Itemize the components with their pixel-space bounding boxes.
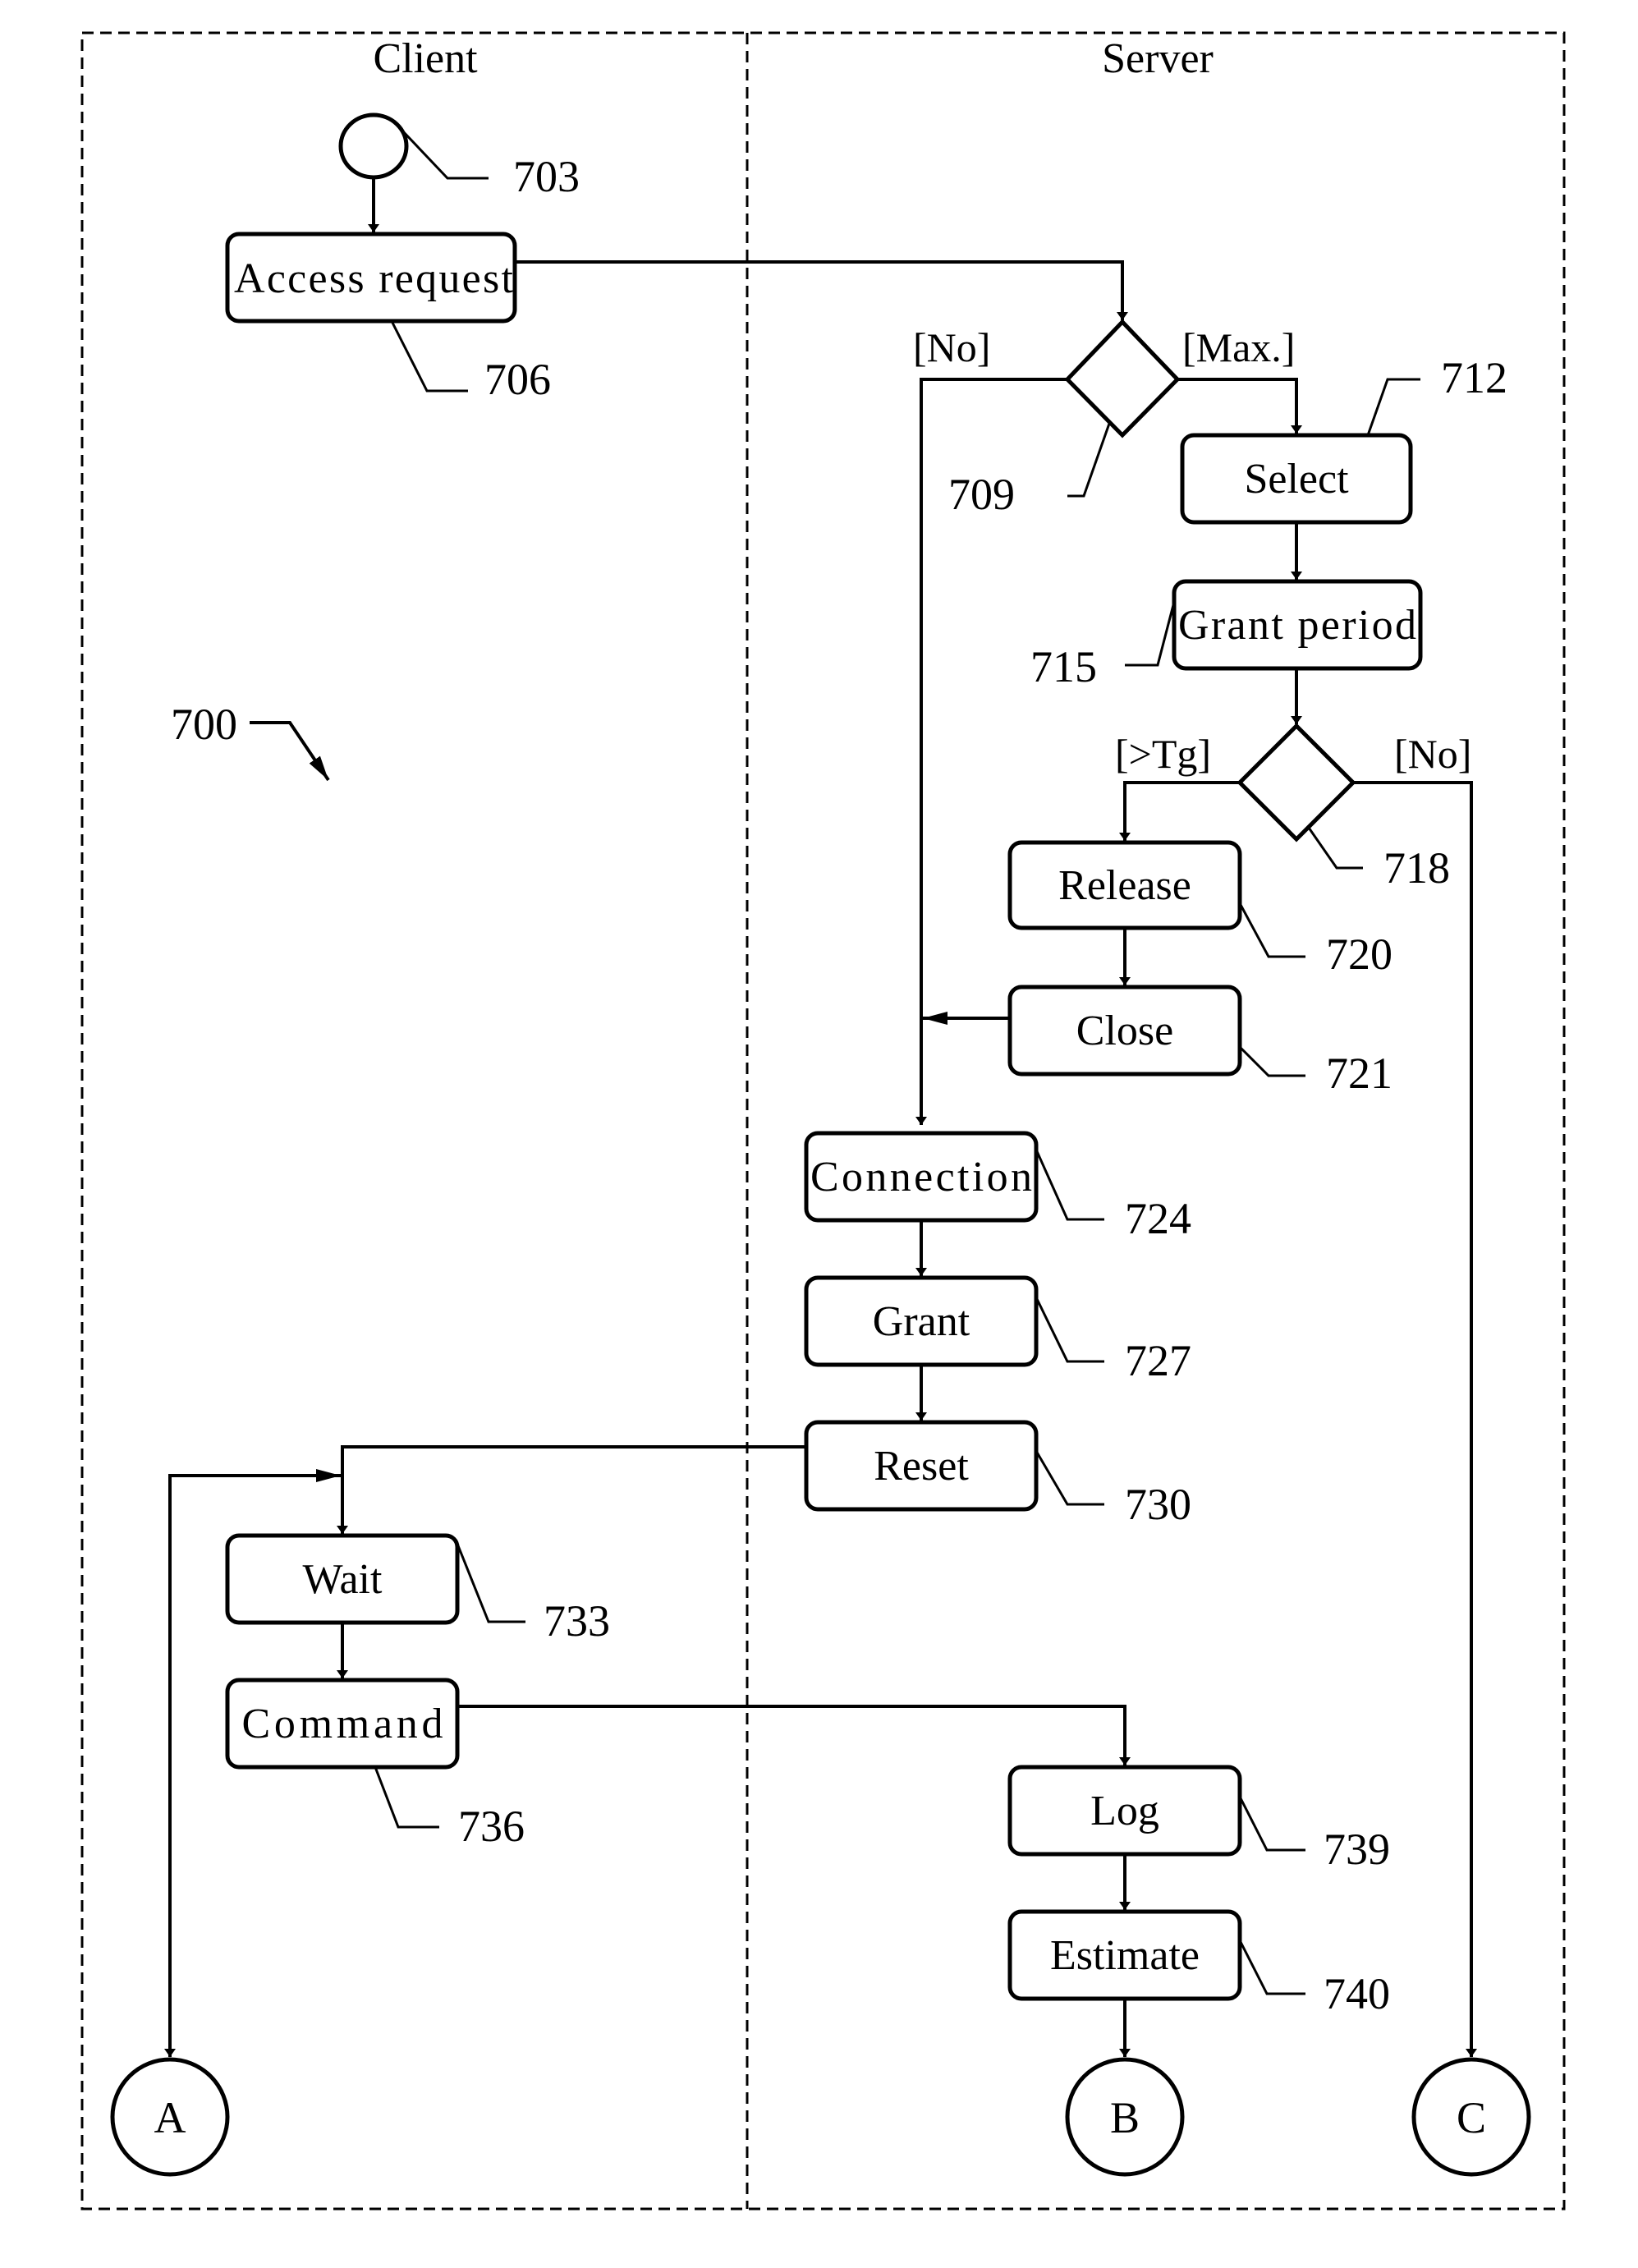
ref-730: 730 [1125,1480,1191,1529]
node-label: Access request [234,255,514,302]
ref-727: 727 [1125,1336,1191,1385]
connector-label: C [1457,2093,1486,2142]
ref-739: 739 [1324,1825,1390,1874]
node-command[interactable]: Command [225,1678,460,1770]
leader-739 [1238,1796,1305,1852]
leader-736 [374,1766,439,1829]
node-label: Connection [810,1154,1032,1201]
lane-title-server: Server [1102,35,1214,82]
lane-title-client: Client [373,35,478,82]
leader-706 [390,320,468,393]
ref-718: 718 [1383,843,1450,893]
edge-access-decision1 [515,260,1128,320]
node-close[interactable]: Close [1007,985,1242,1077]
ref-709: 709 [948,470,1015,519]
node-label: Select [1244,456,1349,503]
ref-706: 706 [484,355,551,404]
node-label: Wait [303,1556,383,1603]
leader-715 [1125,601,1176,667]
decision-diamond [1064,319,1181,438]
figure-ref-label: 700 [171,700,237,749]
ref-715: 715 [1030,642,1097,691]
guard-max: [Max.] [1182,324,1295,370]
connector-label: A [154,2093,186,2142]
node-access-request[interactable]: Access request [225,232,517,324]
ref-712: 712 [1441,353,1507,402]
decision-718[interactable] [1237,723,1356,842]
node-label: Log [1090,1788,1159,1834]
node-release[interactable]: Release [1007,840,1242,930]
edge-command-log [457,1705,1131,1765]
leader-703 [399,127,489,180]
leader-721 [1238,1045,1305,1077]
leader-720 [1238,902,1305,958]
guard-gt-tg: [>Tg] [1115,731,1211,777]
ref-736: 736 [458,1802,525,1851]
ref-733: 733 [544,1596,610,1646]
ref-740: 740 [1324,1969,1390,2018]
node-reset[interactable]: Reset [804,1420,1039,1512]
figure-ref: 700 [171,700,330,782]
figure-ref-arrow [250,721,330,782]
leader-740 [1238,1940,1305,1995]
leader-727 [1035,1297,1104,1363]
leader-709 [1067,420,1112,498]
swimlane-frame [80,31,1566,2211]
ref-724: 724 [1125,1194,1191,1243]
node-connection[interactable]: Connection [804,1131,1039,1223]
connector-a[interactable]: A [110,2057,230,2177]
leader-718 [1307,827,1363,870]
ref-720: 720 [1326,930,1393,979]
connector-c[interactable]: C [1411,2057,1531,2177]
connector-b[interactable]: B [1065,2057,1185,2177]
node-label: Grant period [1178,602,1416,649]
node-grant[interactable]: Grant [804,1275,1039,1367]
start-circle [338,112,409,180]
node-label: Release [1058,862,1191,909]
node-select[interactable]: Select [1180,433,1413,525]
connector-label: B [1110,2093,1140,2142]
leader-730 [1035,1450,1104,1506]
decision-709[interactable] [1064,319,1181,438]
activity-diagram: Client Server 700 703 Access request 706… [80,31,1566,2211]
guard-no-2: [No] [1394,731,1471,777]
node-label: Estimate [1050,1932,1200,1979]
node-label: Reset [874,1443,969,1490]
start-node: 703 [338,112,580,232]
node-grant-period[interactable]: Grant period [1172,579,1423,671]
leader-724 [1035,1149,1104,1221]
outer-border [80,31,1566,2211]
edge-reset-wait [337,1445,806,1534]
guard-no-1: [No] [913,324,990,370]
edge-decision1-max-select [1177,378,1302,434]
node-label: Close [1076,1008,1173,1054]
node-label: Grant [873,1298,970,1345]
decision-diamond [1237,723,1356,842]
edge-decision2-release [1119,781,1240,841]
leader-712 [1366,378,1420,436]
node-estimate[interactable]: Estimate [1007,1909,1242,2001]
ref-703: 703 [513,152,580,201]
node-log[interactable]: Log [1007,1765,1242,1857]
ref-721: 721 [1326,1049,1393,1098]
leader-733 [456,1543,525,1623]
node-wait[interactable]: Wait [225,1533,460,1625]
